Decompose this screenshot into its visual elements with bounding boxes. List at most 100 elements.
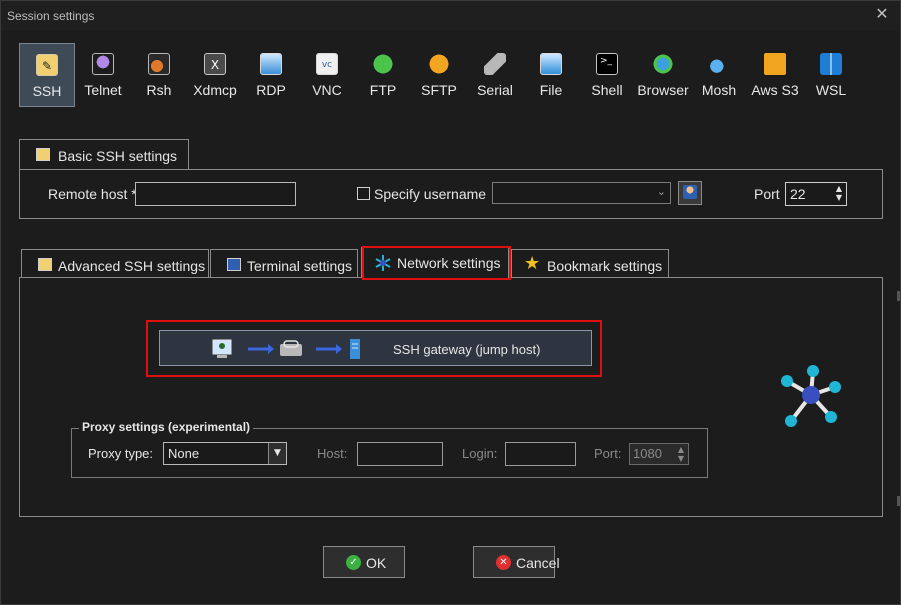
check-icon: ✓ xyxy=(346,555,361,570)
gem-icon xyxy=(92,53,114,75)
gateway-path-icon xyxy=(212,339,360,359)
protocol-serial[interactable]: Serial xyxy=(469,43,521,107)
edge-marker xyxy=(897,496,900,506)
gateway-label: SSH gateway (jump host) xyxy=(393,342,541,357)
proxy-type-select[interactable]: None ▼ xyxy=(163,442,287,465)
remote-host-label: Remote host * xyxy=(48,186,137,202)
protocol-label: Aws S3 xyxy=(751,82,799,98)
protocol-ftp[interactable]: FTP xyxy=(357,43,409,107)
proxy-login-label: Login: xyxy=(462,446,498,461)
terminal-settings-icon xyxy=(227,258,241,271)
specify-username-checkbox[interactable] xyxy=(357,187,370,200)
protocol-label: RDP xyxy=(256,82,286,98)
sftp-globe-icon xyxy=(428,53,450,75)
user-credentials-button[interactable] xyxy=(678,181,702,205)
remote-host-input[interactable] xyxy=(135,182,296,206)
serial-plug-icon xyxy=(484,53,506,75)
ftp-globe-icon xyxy=(372,53,394,75)
port-label: Port xyxy=(754,186,780,202)
protocol-sftp[interactable]: SFTP xyxy=(413,43,465,107)
chevron-down-icon: ▼ xyxy=(268,443,286,464)
edge-marker xyxy=(897,291,900,301)
spin-arrows-icon[interactable]: ▲ ▼ xyxy=(836,184,842,202)
protocol-label: Serial xyxy=(477,82,513,98)
protocol-rdp[interactable]: RDP xyxy=(245,43,297,107)
session-settings-window: Session settings ✕ ✎ SSH Telnet Rsh X Xd… xyxy=(0,0,901,605)
network-star-icon xyxy=(374,254,392,272)
proxy-port-value: 1080 xyxy=(633,446,662,461)
protocol-label: SSH xyxy=(32,83,62,99)
protocol-wsl[interactable]: WSL xyxy=(805,43,857,107)
window-title: Session settings xyxy=(7,9,95,23)
protocol-rsh[interactable]: Rsh xyxy=(133,43,185,107)
tab-terminal-settings[interactable]: Terminal settings xyxy=(210,249,358,278)
star-icon: ★ xyxy=(524,253,541,274)
tab-network-settings[interactable]: Network settings xyxy=(361,247,509,278)
user-icon xyxy=(683,185,697,199)
x-display-icon: X xyxy=(204,53,226,75)
protocol-telnet[interactable]: Telnet xyxy=(77,43,129,107)
protocol-label: Browser xyxy=(637,82,689,98)
protocol-vnc[interactable]: vc VNC xyxy=(301,43,353,107)
protocol-label: Shell xyxy=(591,82,623,98)
protocol-ssh[interactable]: ✎ SSH xyxy=(19,43,75,107)
proxy-settings-title: Proxy settings (experimental) xyxy=(79,420,254,434)
protocol-xdmcp[interactable]: X Xdmcp xyxy=(189,43,241,107)
gears-icon xyxy=(148,53,170,75)
proxy-host-label: Host: xyxy=(317,446,348,461)
proxy-port-spinbox[interactable]: 1080 ▲ ▼ xyxy=(629,443,689,465)
protocol-label: Telnet xyxy=(84,82,122,98)
close-icon[interactable]: ✕ xyxy=(874,5,890,25)
port-value: 22 xyxy=(790,186,806,202)
tab-label: Basic SSH settings xyxy=(58,148,178,164)
browser-globe-icon xyxy=(652,53,674,75)
chevron-down-icon: ⌄ xyxy=(656,185,666,198)
protocol-label: VNC xyxy=(312,82,342,98)
ssh-gateway-button[interactable]: SSH gateway (jump host) xyxy=(159,330,592,366)
proxy-login-input[interactable] xyxy=(505,442,576,466)
aws-cubes-icon xyxy=(764,53,786,75)
cancel-label: Cancel xyxy=(516,555,560,571)
spin-arrows-icon[interactable]: ▲ ▼ xyxy=(678,445,684,463)
protocol-mosh[interactable]: Mosh xyxy=(693,43,745,107)
vnc-icon: vc xyxy=(316,53,338,75)
protocol-label: File xyxy=(539,82,563,98)
protocol-file[interactable]: File xyxy=(525,43,577,107)
key-icon xyxy=(36,148,50,161)
protocol-label: Mosh xyxy=(701,82,737,98)
key-icon: ✎ xyxy=(36,54,58,76)
protocol-label: Xdmcp xyxy=(193,82,237,98)
tab-label: Bookmark settings xyxy=(547,258,663,274)
satellite-icon xyxy=(708,53,730,75)
protocol-label: SFTP xyxy=(421,82,457,98)
ok-button[interactable]: ✓ OK xyxy=(323,546,405,578)
ok-label: OK xyxy=(366,555,387,571)
protocol-browser[interactable]: Browser xyxy=(637,43,689,107)
tab-label: Terminal settings xyxy=(247,258,353,274)
username-select[interactable]: ⌄ xyxy=(492,182,671,204)
tab-label: Network settings xyxy=(397,255,501,271)
terminal-icon: >_ xyxy=(596,53,618,75)
protocol-label: Rsh xyxy=(146,82,172,98)
protocol-shell[interactable]: >_ Shell xyxy=(581,43,633,107)
port-spinbox[interactable]: 22 ▲ ▼ xyxy=(785,182,847,206)
proxy-port-label: Port: xyxy=(594,446,622,461)
cancel-x-icon: ✕ xyxy=(496,555,511,570)
tab-label: Advanced SSH settings xyxy=(58,258,206,274)
file-monitor-icon xyxy=(540,53,562,75)
tab-basic-ssh-settings[interactable]: Basic SSH settings xyxy=(19,139,189,170)
network-settings-panel xyxy=(19,277,883,517)
tab-bookmark-settings[interactable]: ★ Bookmark settings xyxy=(511,249,669,278)
remote-desktop-icon xyxy=(260,53,282,75)
proxy-type-label: Proxy type: xyxy=(88,446,154,461)
protocol-label: WSL xyxy=(815,82,847,98)
protocol-label: FTP xyxy=(369,82,397,98)
network-graphic-icon xyxy=(781,365,841,427)
protocol-aws-s3[interactable]: Aws S3 xyxy=(749,43,801,107)
tab-advanced-ssh-settings[interactable]: Advanced SSH settings xyxy=(21,249,209,278)
specify-username-label: Specify username xyxy=(374,186,487,202)
key-icon xyxy=(38,258,52,271)
cancel-button[interactable]: ✕ Cancel xyxy=(473,546,560,578)
proxy-host-input[interactable] xyxy=(357,442,443,466)
windows-icon xyxy=(820,53,842,75)
